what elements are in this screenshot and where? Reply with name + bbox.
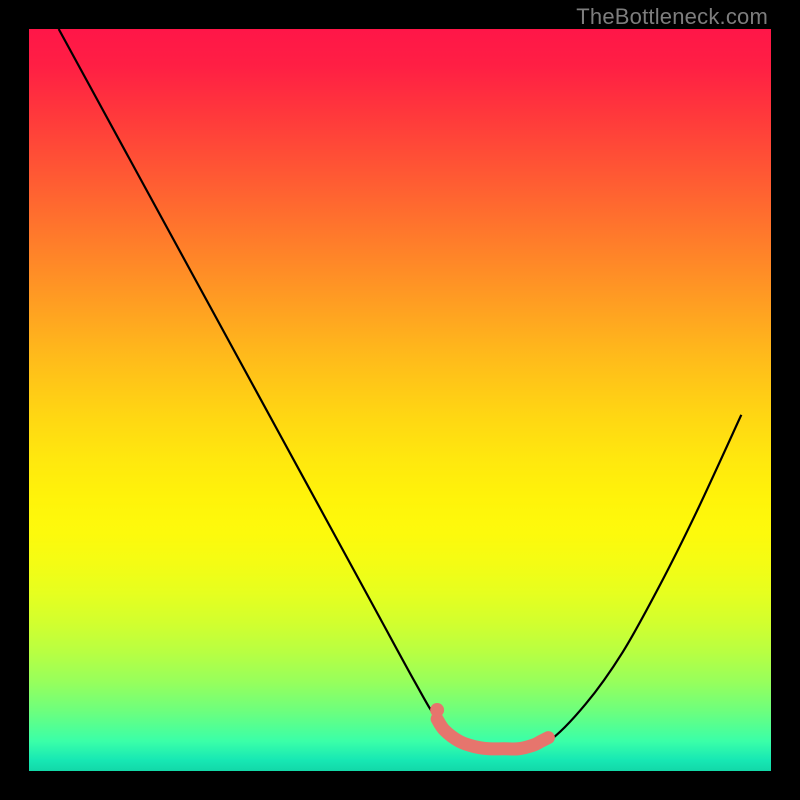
plot-area [29, 29, 771, 771]
curve-line [59, 29, 742, 750]
chart-container: TheBottleneck.com [0, 0, 800, 800]
plot-svg [29, 29, 771, 771]
highlight-start-dot [430, 703, 444, 717]
highlight-segment [437, 719, 548, 749]
watermark-text: TheBottleneck.com [576, 4, 768, 30]
